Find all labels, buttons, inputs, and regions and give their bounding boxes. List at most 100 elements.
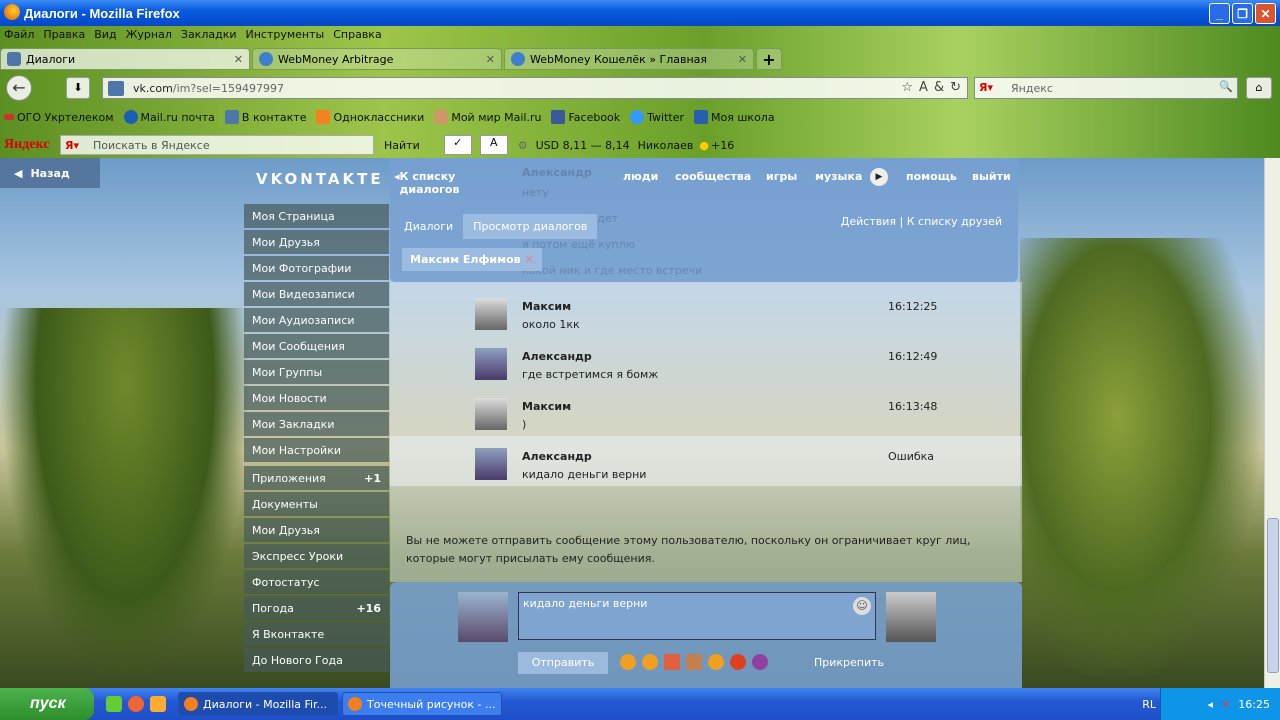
ampersand-icon[interactable]: &	[934, 80, 944, 95]
taskbar-item-firefox[interactable]: Диалоги - Mozilla Fir...	[178, 692, 338, 716]
sidebar-item[interactable]: Фотостатус	[244, 570, 389, 594]
menu-history[interactable]: Журнал	[126, 28, 172, 41]
back-button[interactable]: ←	[6, 75, 32, 101]
scrollbar-thumb[interactable]	[1267, 518, 1279, 673]
sidebar-item[interactable]: Мои Сообщения	[244, 334, 389, 358]
back-link[interactable]: ◀ Назад	[0, 158, 100, 188]
weather-temp[interactable]: +16	[711, 139, 734, 152]
nav-logout[interactable]: выйти	[972, 170, 1011, 183]
bookmark-ukrtelecom[interactable]: ОГО Укртелеком	[4, 111, 114, 124]
close-button[interactable]: ✕	[1255, 3, 1276, 24]
bookmark-moya-shkola[interactable]: Моя школа	[694, 110, 775, 124]
url-bar[interactable]: vk.com/im?sel=159497997 ☆ A & ↻	[102, 77, 968, 99]
emoji-icon[interactable]	[642, 654, 658, 670]
close-tab-icon[interactable]: ✕	[234, 53, 243, 66]
app-icon[interactable]	[150, 696, 166, 712]
sidebar-item[interactable]: Документы	[244, 492, 389, 516]
settings-gear-icon[interactable]: ⚙	[518, 139, 528, 152]
translate-icon[interactable]: A	[919, 80, 928, 95]
close-tab-icon[interactable]: ✕	[738, 53, 747, 66]
play-icon[interactable]: ▶	[870, 168, 888, 186]
nav-games[interactable]: игры	[766, 170, 797, 183]
spellcheck-icon[interactable]: ✓	[443, 135, 472, 155]
smiley-icon[interactable]: ☺	[853, 597, 871, 615]
tab-view-dialogs[interactable]: Просмотр диалогов	[463, 214, 598, 239]
sidebar-item[interactable]: До Нового Года	[244, 648, 389, 672]
tab-dialogs-list[interactable]: Диалоги	[404, 220, 453, 233]
yandex-search-input[interactable]: Я▾ Поискать в Яндексе	[60, 135, 374, 155]
message-author[interactable]: Александр	[522, 450, 592, 463]
nav-people[interactable]: люди	[623, 170, 658, 183]
emoji-icon[interactable]	[620, 654, 636, 670]
my-avatar[interactable]	[458, 592, 508, 642]
message-author[interactable]: Максим	[522, 300, 571, 313]
currency-rate[interactable]: USD 8,11 — 8,14	[536, 139, 630, 152]
bookmark-twitter[interactable]: Twitter	[630, 110, 684, 124]
sidebar-item[interactable]: Мои Настройки	[244, 438, 389, 462]
message-author[interactable]: Максим	[522, 400, 571, 413]
language-indicator[interactable]: RL	[1142, 698, 1156, 711]
message-author[interactable]: Александр	[522, 350, 592, 363]
bookmark-odnoklassniki[interactable]: Одноклассники	[316, 110, 424, 124]
send-button[interactable]: Отправить	[518, 652, 608, 674]
sidebar-item[interactable]: Мои Группы	[244, 360, 389, 384]
menu-edit[interactable]: Правка	[43, 28, 85, 41]
vk-logo[interactable]: VKONTAKTE	[256, 170, 384, 188]
tray-icon[interactable]: ◂	[1208, 698, 1214, 711]
close-tab-icon[interactable]: ✕	[486, 53, 495, 66]
reload-icon[interactable]: ↻	[950, 80, 961, 95]
avatar[interactable]	[475, 348, 507, 380]
nav-music[interactable]: музыка	[815, 170, 862, 183]
avatar[interactable]	[475, 448, 507, 480]
sidebar-item[interactable]: Мои Видеозаписи	[244, 282, 389, 306]
tab-dialogs[interactable]: Диалоги ✕	[0, 48, 250, 70]
bookmark-moimir[interactable]: Мой мир Mail.ru	[434, 110, 541, 124]
search-input[interactable]: Я▾ Яндекс 🔍	[974, 77, 1238, 99]
tab-webmoney-arbitrage[interactable]: WebMoney Arbitrage ✕	[252, 48, 502, 70]
yandex-browser-icon[interactable]	[106, 696, 122, 712]
actions-link[interactable]: Действия	[841, 215, 896, 228]
tab-webmoney-wallet[interactable]: WebMoney Кошелёк » Главная ✕	[504, 48, 754, 70]
cake-emoji-icon[interactable]	[686, 654, 702, 670]
sidebar-item[interactable]: Погода +16	[244, 596, 389, 620]
search-icon[interactable]: 🔍	[1219, 80, 1233, 93]
sidebar-item[interactable]: Экспресс Уроки	[244, 544, 389, 568]
sidebar-item[interactable]: Мои Друзья	[244, 230, 389, 254]
translate-icon[interactable]: A	[479, 135, 508, 155]
menu-view[interactable]: Вид	[94, 28, 116, 41]
yandex-find-button[interactable]: Найти	[384, 139, 420, 152]
page-scrollbar[interactable]	[1264, 158, 1280, 688]
start-button[interactable]: пуск	[0, 688, 94, 720]
maximize-button[interactable]: ❐	[1232, 3, 1253, 24]
menu-file[interactable]: Файл	[4, 28, 34, 41]
remove-icon[interactable]: ✕	[525, 253, 534, 266]
gift-emoji-icon[interactable]	[664, 654, 680, 670]
nav-help[interactable]: помощь	[906, 170, 957, 183]
attach-link[interactable]: Прикрепить	[814, 656, 884, 669]
taskbar-item-paint[interactable]: Точечный рисунок - ...	[342, 692, 502, 716]
star-icon[interactable]: ☆	[901, 80, 913, 95]
angry-emoji-icon[interactable]	[730, 654, 746, 670]
minimize-button[interactable]: _	[1209, 3, 1230, 24]
bookmark-mailru[interactable]: Mail.ru почта	[123, 110, 215, 124]
sidebar-item[interactable]: Мои Закладки	[244, 412, 389, 436]
back-to-dialogs-link[interactable]: ◂ К списку диалогов	[394, 170, 459, 196]
sidebar-item[interactable]: Мои Новости	[244, 386, 389, 410]
sidebar-item[interactable]: Моя Страница	[244, 204, 389, 228]
opera-icon[interactable]	[128, 696, 144, 712]
message-input[interactable]: кидало деньги верни ☺	[518, 592, 876, 640]
dialog-chip[interactable]: Максим Елфимов ✕	[402, 248, 542, 271]
devil-emoji-icon[interactable]	[752, 654, 768, 670]
nav-communities[interactable]: сообщества	[675, 170, 751, 183]
weather-city[interactable]: Николаев	[638, 139, 694, 152]
new-tab-button[interactable]: +	[756, 48, 782, 70]
menu-bookmarks[interactable]: Закладки	[181, 28, 237, 41]
home-button[interactable]: ⌂	[1246, 77, 1272, 99]
friends-list-link[interactable]: К списку друзей	[907, 215, 1002, 228]
bookmark-vkontakte[interactable]: В контакте	[224, 110, 306, 124]
sidebar-item[interactable]: Мои Друзья	[244, 518, 389, 542]
menu-tools[interactable]: Инструменты	[246, 28, 325, 41]
downloads-button[interactable]: ⬇	[66, 77, 90, 99]
bookmark-facebook[interactable]: Facebook	[551, 110, 620, 124]
menu-help[interactable]: Справка	[333, 28, 381, 41]
